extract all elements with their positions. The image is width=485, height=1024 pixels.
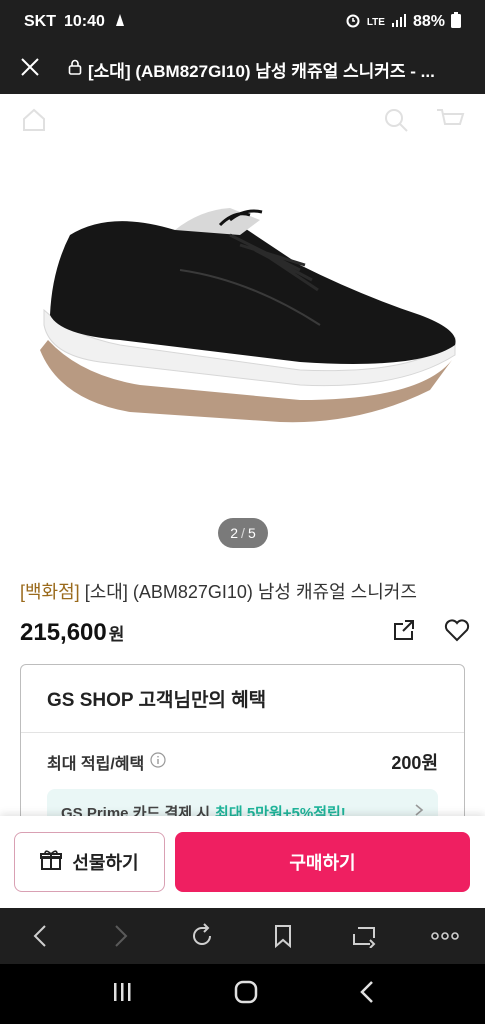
info-icon[interactable] (150, 751, 166, 773)
signal-icon (391, 13, 407, 32)
status-left: SKT 10:40 (24, 12, 127, 33)
benefit-title: GS SHOP 고객님만의 혜택 (47, 690, 267, 711)
site-header (0, 94, 485, 150)
cart-icon[interactable] (435, 107, 465, 138)
max-reward-row: 최대 적립/혜택 200원 (21, 733, 464, 775)
header-actions (383, 107, 465, 138)
gift-icon (40, 849, 63, 876)
home-button-icon[interactable] (234, 980, 258, 1009)
gift-button[interactable]: 선물하기 (14, 832, 165, 892)
product-image[interactable] (0, 150, 485, 550)
notification-icon (113, 12, 127, 33)
buy-button[interactable]: 구매하기 (175, 832, 470, 892)
reload-icon[interactable] (182, 916, 222, 956)
price-unit: 원 (108, 625, 125, 644)
department-tag: [백화점] (20, 582, 80, 602)
forward-icon[interactable] (101, 916, 141, 956)
clock: 10:40 (64, 13, 105, 30)
heart-icon[interactable] (444, 618, 470, 647)
carrier-label: SKT (24, 13, 56, 30)
price-row: 215,600 원 (20, 618, 470, 647)
bookmark-icon[interactable] (263, 916, 303, 956)
back-icon[interactable] (20, 916, 60, 956)
tabs-icon[interactable] (344, 916, 384, 956)
product-price: 215,600 (20, 618, 107, 646)
browser-navigation (0, 908, 485, 964)
purchase-action-bar: 선물하기 구매하기 (0, 816, 485, 908)
battery-icon (451, 11, 461, 33)
pager-current: 2 (230, 525, 239, 541)
more-options-icon[interactable] (425, 916, 465, 956)
lock-icon (68, 59, 82, 80)
browser-title-bar: [소대] (ABM827GI10) 남성 캐쥬얼 스니커즈 - ... (0, 44, 485, 94)
search-icon[interactable] (383, 107, 409, 138)
page-title-text: [소대] (ABM827GI10) 남성 캐쥬얼 스니커즈 - ... (88, 61, 435, 81)
pager-total: 5 (247, 525, 256, 541)
max-reward-label: 최대 적립/혜택 (47, 750, 166, 774)
pager-separator: / (241, 525, 245, 541)
product-name-text: [소대] (ABM827GI10) 남성 캐쥬얼 스니커즈 (84, 582, 417, 602)
recent-apps-icon[interactable] (111, 981, 133, 1008)
page-title[interactable]: [소대] (ABM827GI10) 남성 캐쥬얼 스니커즈 - ... (68, 57, 435, 82)
network-type: LTE (366, 16, 385, 28)
product-name: [백화점] [소대] (ABM827GI10) 남성 캐쥬얼 스니커즈 (20, 578, 470, 604)
system-navigation (0, 964, 485, 1024)
price-actions (392, 618, 470, 647)
status-bar: SKT 10:40 LTE 88% (0, 0, 485, 44)
battery-level: 88% (412, 13, 445, 30)
system-back-icon[interactable] (360, 980, 374, 1009)
max-reward-value: 200원 (391, 753, 438, 773)
home-icon[interactable] (20, 106, 48, 139)
benefit-box: GS SHOP 고객님만의 혜택 최대 적립/혜택 200원 GS Prime … (20, 664, 465, 824)
image-pager: 2 / 5 (218, 518, 268, 548)
close-icon[interactable] (20, 57, 40, 82)
gift-button-label: 선물하기 (72, 853, 139, 873)
status-right: LTE 88% (345, 11, 461, 33)
share-icon[interactable] (392, 618, 416, 647)
alarm-icon (345, 12, 361, 33)
max-reward-label-text: 최대 적립/혜택 (47, 756, 145, 773)
